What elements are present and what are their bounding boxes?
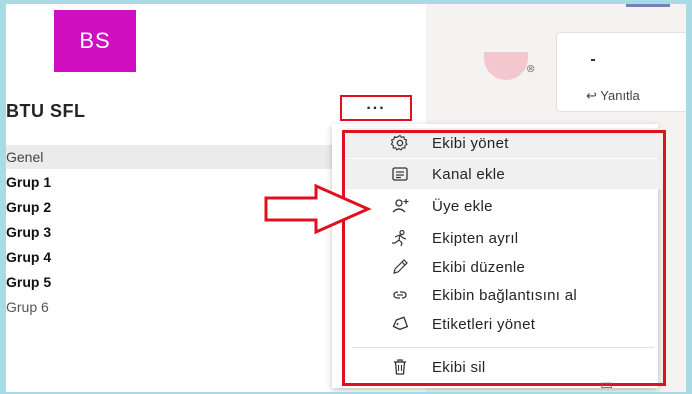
more-options-icon: ... <box>366 96 386 113</box>
more-options-button[interactable]: ... <box>340 95 412 121</box>
highlight-frame <box>342 130 666 386</box>
reply-label: Yanıtla <box>600 88 640 103</box>
reply-icon: ↩ <box>586 88 601 103</box>
team-avatar[interactable]: BS <box>54 10 136 72</box>
channel-grup-4[interactable]: Grup 4 <box>6 245 336 269</box>
reply-button[interactable]: ↩ Yanıtla <box>586 88 640 104</box>
channel-grup-5[interactable]: Grup 5 <box>6 270 336 294</box>
active-tab-indicator <box>626 4 670 7</box>
team-name[interactable]: BTU SFL <box>6 101 86 122</box>
channel-grup-6[interactable]: Grup 6 <box>6 295 336 319</box>
annotation-arrow-icon <box>264 184 372 234</box>
teams-window: BS BTU SFL ... Genel Grup 1 Grup 2 Grup … <box>6 4 686 392</box>
message-dot <box>591 59 595 61</box>
reaction-avatar <box>484 52 528 80</box>
close-icon[interactable]: ⊗ <box>526 62 535 75</box>
video-icon: ▭ <box>600 376 614 392</box>
channel-genel[interactable]: Genel <box>6 145 336 169</box>
